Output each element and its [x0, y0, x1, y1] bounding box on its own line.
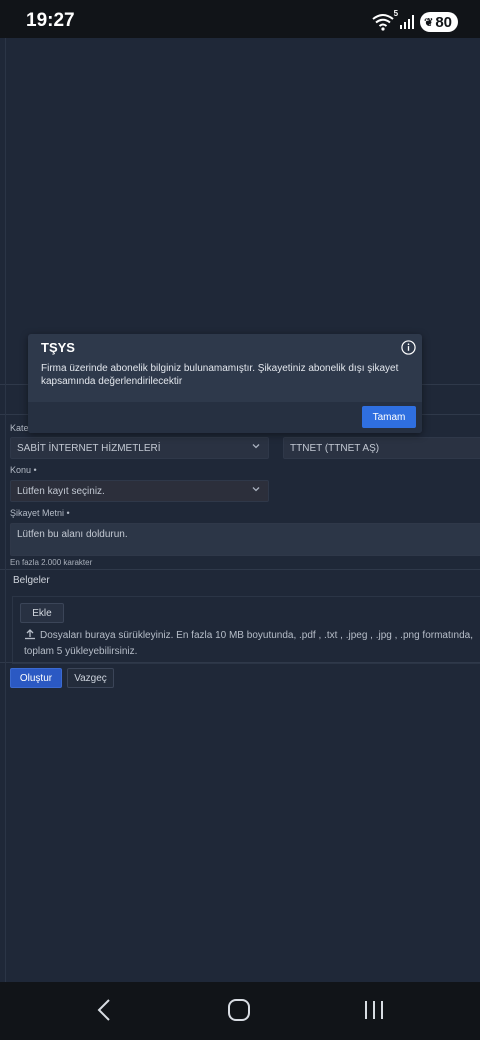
- battery-level: 80: [435, 13, 452, 31]
- navigation-bar: [0, 982, 480, 1040]
- ok-button[interactable]: Tamam: [362, 406, 416, 428]
- signal-icon: [400, 15, 415, 29]
- info-dialog: TŞYS Firma üzerinde abonelik bilginiz bu…: [28, 334, 422, 433]
- dialog-footer: Tamam: [28, 402, 422, 433]
- status-time: 19:27: [26, 10, 75, 31]
- battery-saver-icon: ❦: [424, 16, 434, 29]
- status-bar: 19:27 5 ❦ 80: [0, 0, 480, 38]
- back-icon[interactable]: [92, 998, 118, 1022]
- dialog-message: Firma üzerinde abonelik bilginiz bulunam…: [41, 363, 399, 387]
- wifi-icon: 5: [372, 9, 398, 31]
- recents-icon[interactable]: [361, 998, 387, 1022]
- battery-indicator: ❦ 80: [420, 12, 458, 32]
- wifi-badge: 5: [393, 9, 399, 18]
- dialog-title: TŞYS: [41, 340, 75, 355]
- modal-overlay: TŞYS Firma üzerinde abonelik bilginiz bu…: [0, 38, 480, 982]
- system-icons: 5 ❦ 80: [372, 9, 458, 33]
- home-icon[interactable]: [226, 998, 252, 1022]
- info-icon: [401, 340, 416, 355]
